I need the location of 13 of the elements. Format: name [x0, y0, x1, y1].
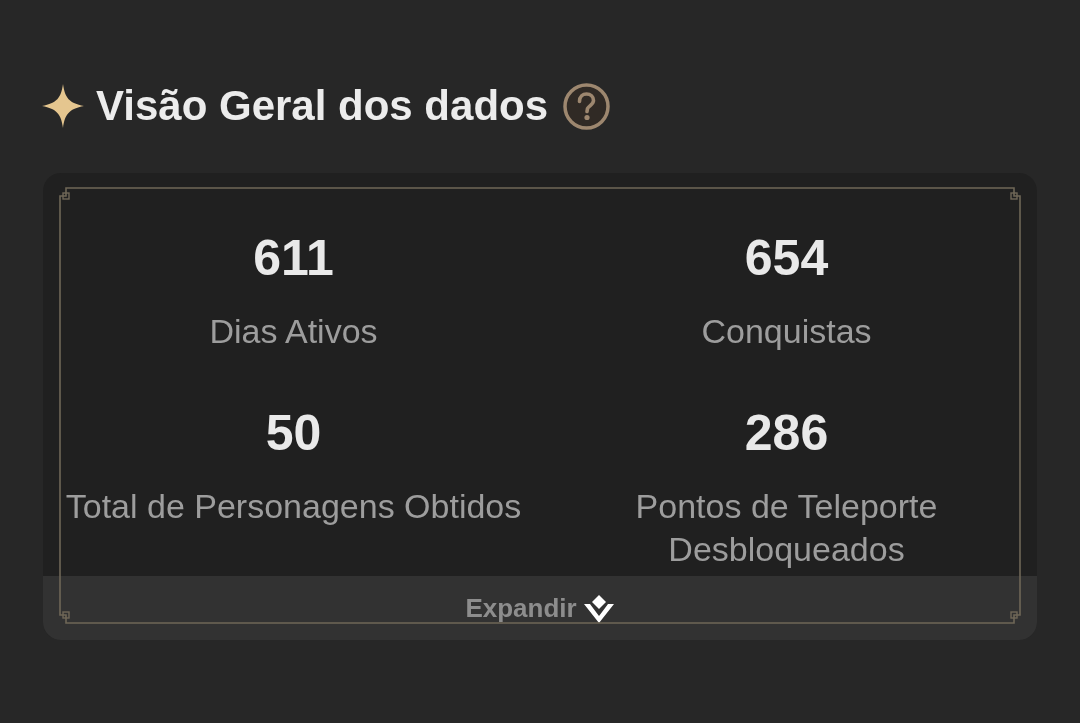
stat-value: 611	[253, 230, 334, 288]
stat-label: Dias Ativos	[209, 310, 378, 352]
stat-label: Conquistas	[701, 310, 872, 352]
sparkle-icon	[42, 84, 84, 128]
stat-value: 654	[744, 230, 829, 288]
stat-label: Total de Personagens Obtidos	[65, 485, 522, 527]
section-title: Visão Geral dos dados	[96, 82, 549, 130]
help-icon[interactable]	[563, 82, 611, 130]
expand-button[interactable]: Expandir	[43, 576, 1037, 640]
chevron-down-icon	[582, 594, 615, 624]
stat-value: 286	[744, 405, 829, 463]
stat-value: 50	[265, 405, 322, 463]
stat-label: Pontos de Teleporte Desbloqueados	[634, 485, 939, 570]
